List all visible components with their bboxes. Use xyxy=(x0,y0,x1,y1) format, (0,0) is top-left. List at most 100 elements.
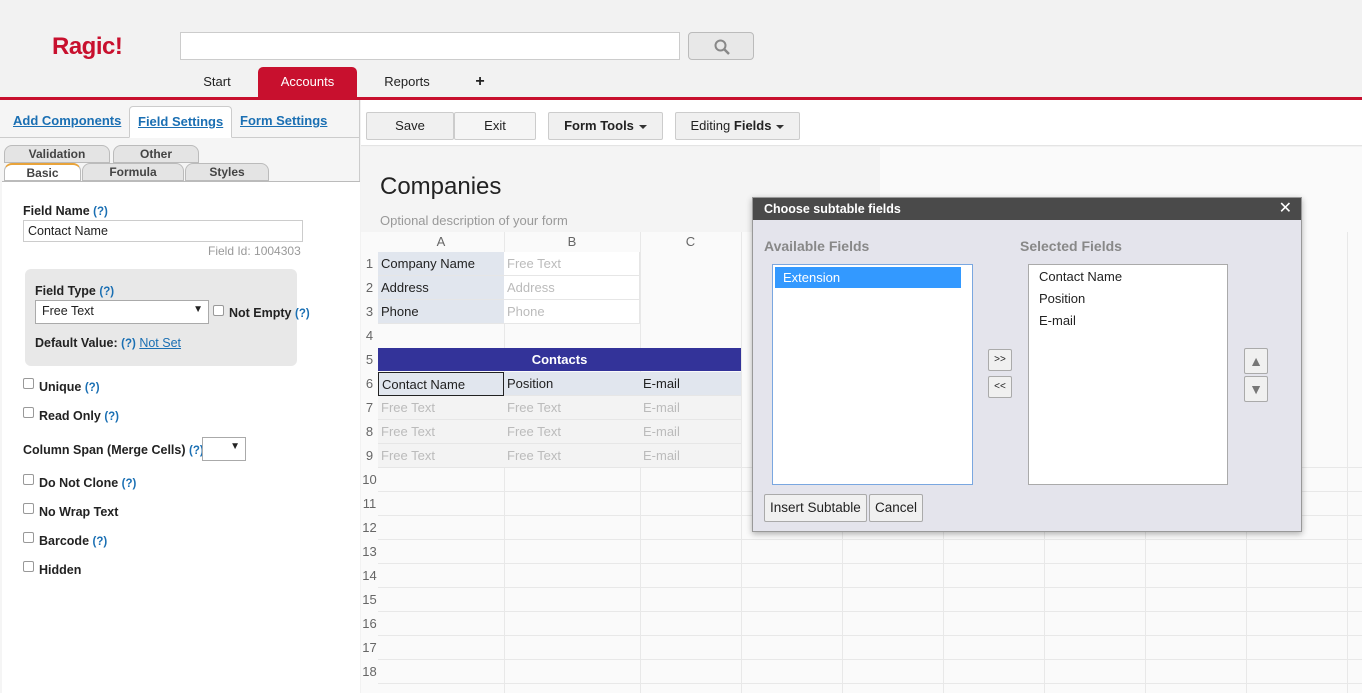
dropdown-arrow-icon: ▼ xyxy=(193,304,203,315)
read-only-checkbox[interactable] xyxy=(23,407,34,418)
not-set-link[interactable]: Not Set xyxy=(139,336,181,350)
column-header-a[interactable]: A xyxy=(378,232,504,252)
add-tab-button[interactable]: + xyxy=(468,67,492,97)
subtable-cell[interactable]: Free Text xyxy=(378,444,504,468)
column-span-select[interactable]: ▼ xyxy=(202,437,246,461)
insert-subtable-button[interactable]: Insert Subtable xyxy=(764,494,867,522)
unique-checkbox[interactable] xyxy=(23,378,34,389)
row-number: 15 xyxy=(362,592,377,607)
hidden-checkbox[interactable] xyxy=(23,561,34,572)
help-link[interactable]: (?) xyxy=(85,382,100,394)
subtab-formula[interactable]: Formula xyxy=(82,163,184,181)
field-value-address[interactable]: Address xyxy=(504,276,640,300)
subtable-col-email[interactable]: E-mail xyxy=(640,372,741,396)
search-icon xyxy=(714,39,730,55)
row-number: 6 xyxy=(365,376,374,391)
field-label-phone[interactable]: Phone xyxy=(378,300,504,324)
field-type-text: Field Type xyxy=(35,284,96,298)
selected-fields-list[interactable]: Contact Name Position E-mail xyxy=(1028,264,1228,485)
subtable-cell[interactable]: Free Text xyxy=(504,444,640,468)
hidden-label: Hidden xyxy=(39,563,82,577)
list-item[interactable]: Contact Name xyxy=(1031,266,1225,287)
subtab-basic[interactable]: Basic xyxy=(4,163,81,181)
subtable-col-position[interactable]: Position xyxy=(504,372,640,396)
move-right-button[interactable]: >> xyxy=(988,349,1012,371)
editing-mode-label: Fields xyxy=(733,118,772,133)
choose-subtable-fields-dialog: Choose subtable fields ✕ Available Field… xyxy=(752,197,1302,532)
help-link[interactable]: (?) xyxy=(122,478,137,490)
subtable-cell[interactable]: Free Text xyxy=(378,396,504,420)
field-type-select[interactable]: Free Text ▼ xyxy=(35,300,209,324)
close-icon[interactable]: ✕ xyxy=(1279,198,1292,220)
tab-form-settings[interactable]: Form Settings xyxy=(232,106,335,138)
search-input[interactable] xyxy=(180,32,680,60)
move-down-icon[interactable]: ▼ xyxy=(1244,376,1268,402)
form-tools-button[interactable]: Form Tools xyxy=(548,112,663,140)
ragic-logo[interactable]: Ragic! xyxy=(52,33,123,61)
exit-button[interactable]: Exit xyxy=(454,112,536,140)
cancel-button[interactable]: Cancel xyxy=(869,494,924,522)
move-up-icon[interactable]: ▲ xyxy=(1244,348,1268,374)
help-link[interactable]: (?) xyxy=(93,536,108,548)
help-link[interactable]: (?) xyxy=(295,308,310,320)
row-number: 4 xyxy=(365,328,374,343)
column-header-b[interactable]: B xyxy=(504,232,640,252)
subtable-header[interactable]: Contacts xyxy=(378,348,741,371)
help-link[interactable]: (?) xyxy=(99,286,114,298)
column-header-c[interactable]: C xyxy=(640,232,741,252)
available-fields-list[interactable]: Extension xyxy=(772,264,973,485)
field-type-label: Field Type (?) xyxy=(35,284,114,298)
editing-fields-button[interactable]: Editing Fields xyxy=(675,112,800,140)
column-span-label: Column Span (Merge Cells) (?) xyxy=(23,443,204,457)
help-link[interactable]: (?) xyxy=(104,411,119,423)
do-not-clone-checkbox[interactable] xyxy=(23,474,34,485)
move-left-button[interactable]: << xyxy=(988,376,1012,398)
not-empty-checkbox[interactable] xyxy=(213,305,224,316)
field-label-company-name[interactable]: Company Name xyxy=(378,252,504,276)
search-button[interactable] xyxy=(688,32,754,60)
help-link[interactable]: (?) xyxy=(121,338,136,350)
help-link[interactable]: (?) xyxy=(93,206,108,218)
subtable-cell[interactable]: Free Text xyxy=(378,420,504,444)
tab-start[interactable]: Start xyxy=(187,67,247,97)
subtable-cell[interactable]: Free Text xyxy=(504,420,640,444)
subtable-cell[interactable]: Free Text xyxy=(504,396,640,420)
subtable-col-contact-name[interactable]: Contact Name xyxy=(378,372,504,396)
row-number: 10 xyxy=(362,472,377,487)
row-number: 2 xyxy=(365,280,374,295)
field-value-phone[interactable]: Phone xyxy=(504,300,640,324)
tab-reports[interactable]: Reports xyxy=(372,67,442,97)
no-wrap-checkbox[interactable] xyxy=(23,503,34,514)
app-header: Ragic! Start Accounts Reports + xyxy=(0,0,1362,100)
design-toolbar: Save Exit Form Tools Editing Fields xyxy=(361,100,1362,146)
tab-field-settings[interactable]: Field Settings xyxy=(129,106,233,138)
row-number: 3 xyxy=(365,304,374,319)
field-label-address[interactable]: Address xyxy=(378,276,504,300)
default-value-text: Default Value: xyxy=(35,336,118,350)
not-empty-text: Not Empty xyxy=(229,306,292,320)
form-description[interactable]: Optional description of your form xyxy=(380,213,568,228)
row-number: 14 xyxy=(362,568,377,583)
form-title[interactable]: Companies xyxy=(380,173,501,201)
tab-add-components[interactable]: Add Components xyxy=(5,106,129,138)
save-button[interactable]: Save xyxy=(366,112,454,140)
subtab-other[interactable]: Other xyxy=(113,145,199,163)
tab-accounts[interactable]: Accounts xyxy=(258,67,357,97)
do-not-clone-text: Do Not Clone xyxy=(39,476,119,490)
field-value-company-name[interactable]: Free Text xyxy=(504,252,640,276)
list-item[interactable]: Extension xyxy=(775,267,961,288)
list-item[interactable]: Position xyxy=(1031,288,1225,309)
subtable-cell[interactable]: E-mail xyxy=(640,444,741,468)
row-number: 8 xyxy=(365,424,374,439)
field-name-input[interactable]: Contact Name xyxy=(23,220,303,242)
row-number: 17 xyxy=(362,640,377,655)
barcode-checkbox[interactable] xyxy=(23,532,34,543)
subtab-styles[interactable]: Styles xyxy=(185,163,269,181)
left-panel-tabs: Add Components Field Settings Form Setti… xyxy=(0,100,360,138)
subtable-cell[interactable]: E-mail xyxy=(640,396,741,420)
subtab-validation[interactable]: Validation xyxy=(4,145,110,163)
row-number: 7 xyxy=(365,400,374,415)
subtable-cell[interactable]: E-mail xyxy=(640,420,741,444)
no-wrap-label: No Wrap Text xyxy=(39,505,119,519)
list-item[interactable]: E-mail xyxy=(1031,310,1225,331)
